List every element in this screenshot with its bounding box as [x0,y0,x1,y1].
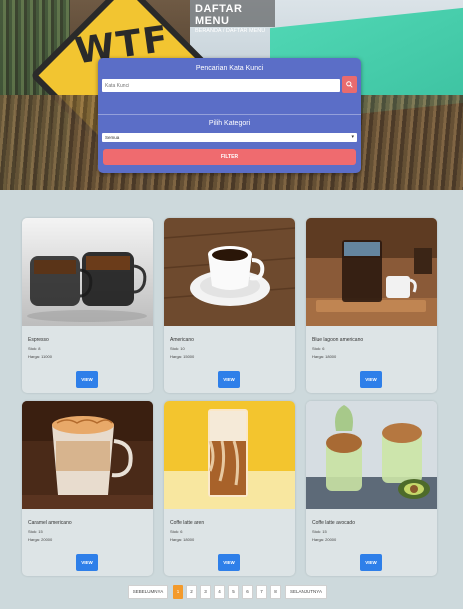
product-name: Coffe latte aren [170,520,205,526]
product-image-blue-lagoon-americano [306,218,437,326]
product-stock: Stok: 15 [312,529,327,534]
product-stock: Stok: 8 [28,346,41,351]
product-card: Americano Stok: 10 Harga: 15000 VIEW [164,218,295,393]
product-price: Harga: 18000 [312,354,337,359]
product-name: Americano [170,337,194,343]
category-select-value: Semua [105,135,120,140]
page-title-box: DAFTAR MENU BERANDA / DAFTAR MENU [190,0,275,34]
view-button[interactable]: VIEW [360,371,382,388]
product-image-coffe-latte-aren [164,401,295,509]
search-button[interactable] [342,76,357,93]
product-stock: Stok: 10 [170,346,185,351]
pagination-page-3[interactable]: 3 [200,585,211,599]
panel-divider [98,114,361,115]
product-price: Harga: 20000 [312,537,337,542]
product-image-caramel-americano [22,401,153,509]
product-stock: Stok: 15 [28,529,43,534]
pagination-page-1[interactable]: 1 [173,585,183,599]
product-image-americano [164,218,295,326]
product-name: Coffe latte avocado [312,520,355,526]
pagination-prev[interactable]: SEBELUMNYA [128,585,168,599]
page-title: DAFTAR MENU [195,3,243,27]
view-button[interactable]: VIEW [76,554,98,571]
product-price: Harga: 20000 [28,537,53,542]
keyword-input[interactable] [102,79,340,92]
product-price: Harga: 11000 [28,354,52,359]
view-button[interactable]: VIEW [360,554,382,571]
view-button[interactable]: VIEW [76,371,98,388]
product-image-coffe-latte-avocado [306,401,437,509]
product-price: Harga: 18000 [170,537,195,542]
pagination-page-4[interactable]: 4 [214,585,225,599]
category-label: Pilih Kategori [208,120,251,127]
product-image-espresso [22,218,153,326]
pagination-page-5[interactable]: 5 [228,585,239,599]
product-price: Harga: 15000 [170,354,195,359]
view-button[interactable]: VIEW [218,371,240,388]
category-select[interactable]: Semua ▾ [102,133,357,142]
pagination-next[interactable]: SELANJUTNYA [285,585,327,599]
view-button[interactable]: VIEW [218,554,240,571]
pagination-page-7[interactable]: 7 [256,585,267,599]
product-stock: Stok: 6 [170,529,183,534]
chevron-down-icon: ▾ [351,134,354,140]
pagination-page-6[interactable]: 6 [242,585,253,599]
pagination-page-8[interactable]: 8 [270,585,281,599]
breadcrumb: BERANDA / DAFTAR MENU [195,28,266,34]
product-card: Coffe latte avocado Stok: 15 Harga: 2000… [306,401,437,576]
product-name: Blue lagoon americano [312,337,364,343]
product-name: Caramel americano [28,520,72,526]
product-card: Coffe latte aren Stok: 6 Harga: 18000 VI… [164,401,295,576]
product-stock: Stok: 6 [312,346,325,351]
product-name: Espresso [28,337,49,343]
product-card: Espresso Stok: 8 Harga: 11000 VIEW [22,218,153,393]
filter-button[interactable]: FILTER [103,149,356,165]
product-card: Caramel americano Stok: 15 Harga: 20000 … [22,401,153,576]
pagination-page-2[interactable]: 2 [186,585,197,599]
search-icon [346,81,353,88]
product-card: Blue lagoon americano Stok: 6 Harga: 180… [306,218,437,393]
search-filter-panel: Pencarian Kata Kunci Pilih Kategori Semu… [98,58,361,173]
keyword-label: Pencarian Kata Kunci [195,65,264,72]
